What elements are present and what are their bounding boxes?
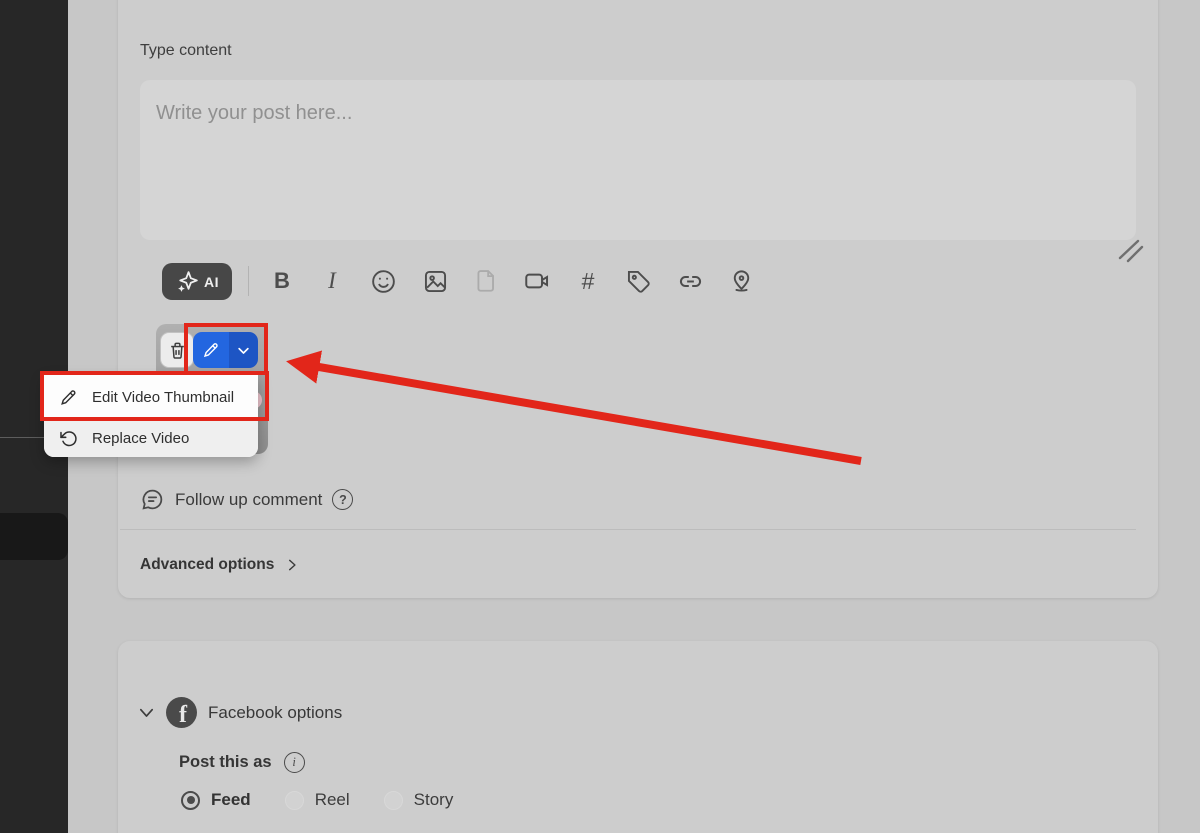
post-text-input[interactable] — [140, 80, 1136, 240]
edit-video-caret-button[interactable] — [229, 332, 258, 368]
location-icon — [733, 269, 749, 291]
location-button[interactable] — [724, 264, 758, 298]
image-button[interactable] — [418, 264, 452, 298]
video-actions-menu: Edit Video Thumbnail Replace Video — [44, 375, 258, 457]
advanced-options-label: Advanced options — [140, 556, 275, 573]
italic-button[interactable]: I — [315, 264, 349, 298]
help-icon[interactable]: ? — [332, 489, 354, 510]
pencil-icon — [203, 343, 218, 358]
chevron-right-icon — [289, 559, 296, 571]
follow-up-comment-row[interactable]: Follow up comment ? — [140, 487, 354, 512]
post-this-as-label: Post this as — [179, 753, 272, 771]
facebook-logo-icon: f — [166, 697, 197, 728]
type-content-label: Type content — [140, 42, 232, 59]
resize-grip-icon[interactable] — [1114, 236, 1148, 266]
radio-reel-label: Reel — [314, 790, 350, 809]
trash-icon — [170, 342, 184, 359]
sidebar-active-item[interactable] — [0, 513, 68, 560]
rotate-ccw-icon — [60, 431, 77, 447]
tag-button[interactable] — [621, 264, 655, 298]
facebook-options-title: Facebook options — [208, 702, 343, 722]
radio-story-label: Story — [413, 790, 454, 809]
video-icon — [525, 273, 549, 289]
emoji-button[interactable] — [366, 264, 400, 298]
radio-feed-label: Feed — [211, 790, 251, 809]
file-button[interactable] — [469, 264, 503, 298]
video-button[interactable] — [520, 264, 554, 298]
follow-up-comment-label: Follow up comment — [175, 489, 323, 509]
bold-button[interactable]: B — [265, 264, 299, 298]
menu-item-label: Replace Video — [92, 430, 190, 447]
delete-video-button[interactable] — [160, 332, 194, 368]
comment-icon — [142, 489, 163, 510]
menu-item-label: Edit Video Thumbnail — [92, 389, 235, 406]
facebook-options-header[interactable]: f Facebook options — [138, 697, 342, 728]
link-icon — [679, 275, 701, 287]
link-button[interactable] — [673, 264, 707, 298]
ai-button-label: AI — [204, 273, 219, 290]
emoji-icon — [371, 269, 395, 293]
radio-story[interactable] — [383, 790, 403, 810]
file-icon — [477, 270, 494, 292]
toolbar-separator — [248, 266, 249, 296]
section-divider — [120, 529, 1136, 530]
menu-item-replace-video[interactable]: Replace Video — [44, 420, 258, 457]
chevron-down-icon — [139, 708, 154, 717]
chevron-down-icon — [238, 347, 249, 354]
pencil-icon — [61, 390, 76, 405]
ai-assistant-button[interactable]: AI — [162, 263, 232, 300]
post-type-radio-group: Feed Reel Story — [181, 790, 453, 810]
image-icon — [424, 270, 446, 292]
sparkles-icon — [178, 271, 198, 292]
hashtag-button[interactable]: # — [571, 264, 605, 298]
tag-icon — [627, 270, 650, 293]
edit-video-split-button[interactable] — [193, 332, 258, 368]
info-icon[interactable]: i — [283, 752, 305, 773]
advanced-options-toggle[interactable]: Advanced options — [140, 556, 299, 574]
menu-item-edit-thumbnail[interactable]: Edit Video Thumbnail — [44, 375, 258, 420]
radio-reel[interactable] — [284, 790, 304, 810]
radio-feed[interactable] — [181, 790, 200, 810]
edit-video-button[interactable] — [193, 332, 229, 368]
post-this-as-row: Post this as i — [179, 752, 305, 773]
